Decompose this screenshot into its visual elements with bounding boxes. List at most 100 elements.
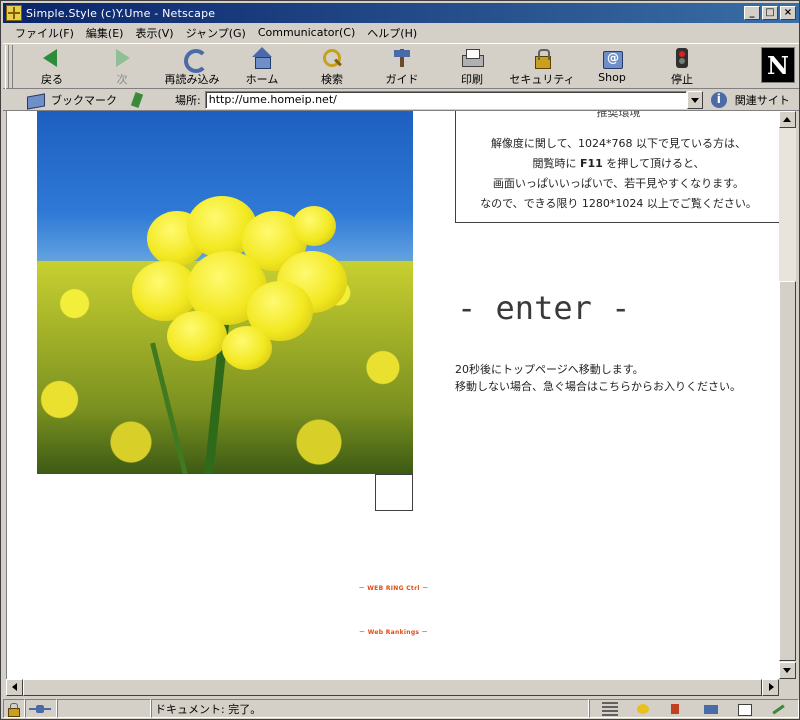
connection-status-cell[interactable] <box>25 699 57 718</box>
page-proxy-icon[interactable] <box>129 92 145 108</box>
minimize-button[interactable]: _ <box>744 6 760 20</box>
redirect-line[interactable]: 移動しない場合、急ぐ場合はこちらからお入りください。 <box>455 378 741 395</box>
scroll-right-button[interactable] <box>762 679 779 696</box>
mail-icon[interactable] <box>669 702 685 716</box>
print-button[interactable]: 印刷 <box>437 44 507 88</box>
status-text: ドキュメント: 完了。 <box>151 699 589 718</box>
home-button[interactable]: ホーム <box>227 44 297 88</box>
url-input[interactable] <box>204 90 687 109</box>
component-bar <box>589 699 799 718</box>
bookmarks-label: ブックマーク <box>51 93 117 107</box>
infobox-line: 閲覧時に F11 を押して頂けると、 <box>532 157 705 170</box>
back-label: 戻る <box>41 73 63 86</box>
connection-plug-icon <box>29 704 51 713</box>
web-ring-badge[interactable]: － WEB RING Ctrl － <box>7 583 779 592</box>
enter-link[interactable]: - enter - <box>457 289 630 327</box>
bookmarks-book-icon <box>25 92 47 108</box>
back-arrow-icon <box>40 47 64 69</box>
menu-file[interactable]: ファイル(F) <box>9 25 80 41</box>
shop-label: Shop <box>598 71 626 84</box>
related-info-icon <box>709 91 731 109</box>
flower-bloom <box>222 326 272 370</box>
rapeseed-flower-photo <box>37 111 413 474</box>
back-button[interactable]: 戻る <box>17 44 87 88</box>
menu-view[interactable]: 表示(V) <box>129 25 179 41</box>
reload-button[interactable]: 再読み込み <box>157 44 227 88</box>
scrollbar-corner <box>779 679 796 696</box>
location-label: 場所: <box>175 93 201 107</box>
horizontal-scroll-thumb[interactable] <box>23 679 762 696</box>
padlock-icon <box>530 47 554 69</box>
menu-help[interactable]: ヘルプ(H) <box>361 25 423 41</box>
close-button[interactable]: × <box>780 6 796 20</box>
reload-label: 再読み込み <box>164 73 220 86</box>
vertical-scroll-thumb[interactable] <box>779 281 796 661</box>
home-label: ホーム <box>245 73 279 86</box>
stop-button[interactable]: 停止 <box>647 44 717 88</box>
reload-icon <box>180 47 208 73</box>
security-button[interactable]: セキュリティ <box>507 44 577 88</box>
horizontal-scrollbar[interactable] <box>6 679 779 696</box>
address-book-icon[interactable] <box>736 702 753 716</box>
redirect-notice: 20秒後にトップページへ移動します。 移動しない場合、急ぐ場合はこちらからお入り… <box>455 361 741 395</box>
composer-icon[interactable] <box>770 702 786 716</box>
scroll-down-button[interactable] <box>779 662 796 679</box>
lock-icon <box>7 702 20 717</box>
title-bar[interactable]: Simple.Style (c)Y.Ume - Netscape _ □ × <box>3 3 799 23</box>
shop-bag-icon <box>600 47 624 69</box>
scroll-left-button[interactable] <box>6 679 23 696</box>
image-frame-corner <box>375 474 413 511</box>
page-viewport: 推奨環境 解像度に関して、1024*768 以下で見ている方は、 閲覧時に F1… <box>6 111 779 679</box>
shop-button[interactable]: Shop <box>577 44 647 88</box>
stop-traffic-light-icon <box>670 47 694 69</box>
related-sites-label: 関連サイト <box>734 93 790 107</box>
security-label: セキュリティ <box>509 73 575 86</box>
f11-key: F11 <box>579 157 603 170</box>
status-bar: ドキュメント: 完了。 <box>3 698 799 719</box>
netscape-logo[interactable]: N <box>761 47 795 83</box>
window-title: Simple.Style (c)Y.Ume - Netscape <box>26 6 216 20</box>
infobox-line: 画面いっぱいいっぱいで、若干見やすくなります。 <box>492 177 745 190</box>
window-controls: _ □ × <box>744 6 796 20</box>
component-grip-icon[interactable] <box>601 701 618 716</box>
menu-communicator[interactable]: Communicator(C) <box>252 26 361 39</box>
scroll-up-button[interactable] <box>779 111 796 128</box>
search-button[interactable]: 検索 <box>297 44 367 88</box>
progress-cell <box>57 699 151 718</box>
menu-go[interactable]: ジャンプ(G) <box>180 25 252 41</box>
navigator-icon[interactable] <box>635 702 651 716</box>
forward-button[interactable]: 次 <box>87 44 157 88</box>
guide-button[interactable]: ガイド <box>367 44 437 88</box>
related-sites-button[interactable]: 関連サイト <box>709 91 790 109</box>
navigation-toolbar: 戻る 次 再読み込み ホーム 検索 ガイド 印刷 セキュリティ @ Shop 停… <box>3 43 799 89</box>
browser-window: Simple.Style (c)Y.Ume - Netscape _ □ × フ… <box>0 0 800 720</box>
forward-arrow-icon <box>110 47 134 69</box>
vertical-scrollbar[interactable] <box>779 111 796 679</box>
home-icon <box>250 47 274 69</box>
security-status-cell[interactable] <box>3 699 25 718</box>
toolbar-grip[interactable] <box>5 45 13 89</box>
location-bar: ブックマーク 場所: 関連サイト <box>3 89 799 111</box>
flower-bloom <box>292 206 336 246</box>
menu-edit[interactable]: 編集(E) <box>80 25 130 41</box>
url-history-dropdown[interactable] <box>686 90 703 109</box>
infobox-line: 解像度に関して、1024*768 以下で見ている方は、 <box>490 137 747 150</box>
infobox-title: 推奨環境 <box>596 111 641 119</box>
printer-icon <box>460 47 484 69</box>
web-rankings-badge[interactable]: － Web Rankings － <box>7 627 779 636</box>
print-label: 印刷 <box>461 73 483 86</box>
stop-label: 停止 <box>671 73 693 86</box>
infobox-text: 解像度に関して、1024*768 以下で見ている方は、 閲覧時に F11 を押し… <box>456 134 779 214</box>
newsgroups-icon[interactable] <box>703 702 719 716</box>
bookmarks-button[interactable]: ブックマーク <box>25 92 117 108</box>
netscape-app-icon[interactable] <box>6 5 22 21</box>
guide-signpost-icon <box>390 47 414 69</box>
guide-label: ガイド <box>385 73 419 86</box>
maximize-button[interactable]: □ <box>762 6 778 20</box>
forward-label: 次 <box>116 73 128 86</box>
menu-bar: ファイル(F) 編集(E) 表示(V) ジャンプ(G) Communicator… <box>3 23 799 42</box>
search-label: 検索 <box>321 73 343 86</box>
infobox-line: なので、できる限り 1280*1024 以上でご覧ください。 <box>480 197 757 210</box>
recommended-env-box: 推奨環境 解像度に関して、1024*768 以下で見ている方は、 閲覧時に F1… <box>455 111 779 223</box>
redirect-line: 20秒後にトップページへ移動します。 <box>455 363 644 376</box>
